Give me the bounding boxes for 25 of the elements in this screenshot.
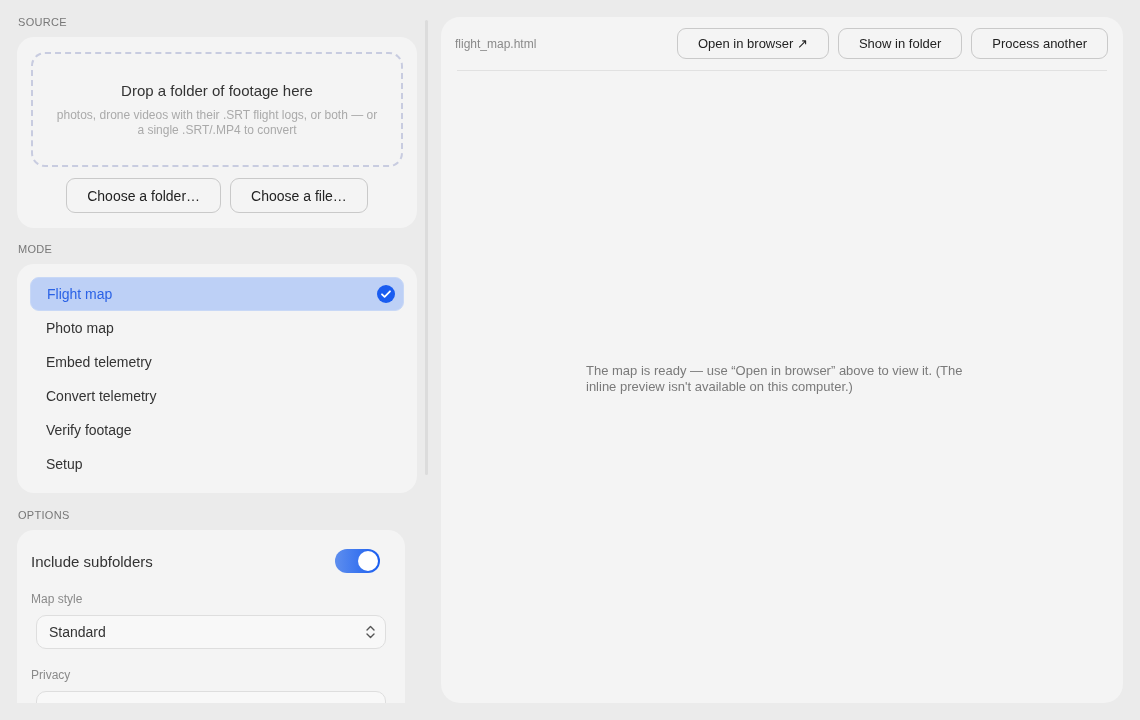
- toolbar-button[interactable]: Show in folder: [837, 28, 963, 59]
- mode-item[interactable]: Photo map: [30, 311, 404, 345]
- toolbar-button[interactable]: Process another: [971, 28, 1108, 59]
- mode-item[interactable]: Verify footage: [30, 413, 404, 447]
- choose-button[interactable]: Choose a folder…: [66, 178, 222, 213]
- toggle-switch[interactable]: [335, 549, 380, 573]
- drop-zone[interactable]: Drop a folder of footage here photos, drone videos with their .SRT flight logs, or both — or a single .SRT/.MP4 to convert: [31, 52, 403, 167]
- choose-button[interactable]: Choose a file…: [230, 178, 368, 213]
- section-label: OPTIONS: [18, 508, 70, 523]
- mode-item[interactable]: Embed telemetry: [30, 345, 404, 379]
- section-label: SOURCE: [18, 15, 67, 30]
- status-message: The map is ready — use “Open in browser” above to view it. (The inline preview isn't available on this computer.): [586, 363, 964, 395]
- check-circle-icon: [377, 285, 395, 303]
- field-label: Map style: [31, 591, 83, 607]
- mode-item[interactable]: Convert telemetry: [30, 379, 404, 413]
- field-label: Privacy: [31, 667, 71, 683]
- section-label: MODE: [18, 242, 53, 257]
- drop-zone-hint: photos, drone videos with their .SRT flight logs, or both — or a single .SRT/.MP4 to convert: [56, 108, 378, 138]
- up-down-chevron-icon: [366, 625, 375, 639]
- drop-zone-title: Drop a folder of footage here: [121, 81, 313, 101]
- file-name-label: flight_map.html: [455, 36, 537, 51]
- select-field[interactable]: Standard: [36, 615, 386, 649]
- toolbar-button[interactable]: Open in browser ↗: [676, 28, 829, 59]
- mode-item[interactable]: Setup: [30, 447, 404, 481]
- option-label: Include subfolders: [31, 552, 153, 570]
